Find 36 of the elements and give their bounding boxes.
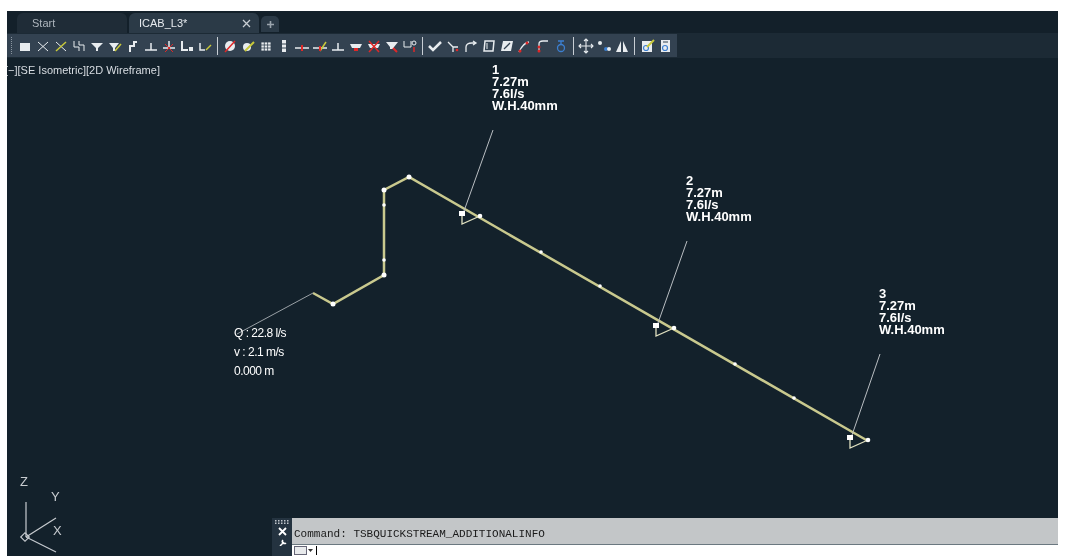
command-input-field[interactable] bbox=[292, 545, 1058, 556]
sprinkler-value: 7.6l/s bbox=[492, 88, 526, 100]
axis-label: Y bbox=[51, 490, 60, 503]
close-icon[interactable] bbox=[242, 18, 251, 28]
inlet-value: v : 2.1 m/s bbox=[234, 344, 285, 361]
command-prompt-icon[interactable] bbox=[294, 546, 314, 555]
grip-icon[interactable] bbox=[275, 520, 289, 524]
sprinkler-value: W.H.40mm bbox=[879, 324, 945, 336]
tab[interactable]: Start bbox=[17, 13, 127, 33]
plus-icon[interactable] bbox=[265, 19, 275, 29]
sprinkler-value: 7.27m bbox=[492, 76, 530, 88]
sprinkler-number: 1 bbox=[492, 64, 501, 76]
move-icon[interactable] bbox=[578, 37, 594, 54]
sprinkler-value: 7.27m bbox=[686, 187, 724, 199]
inlet-value: 0.000 m bbox=[234, 363, 275, 380]
sprinkler-head-drawing bbox=[459, 211, 483, 225]
pipe-query-icon[interactable] bbox=[402, 37, 418, 54]
new-tab-button[interactable] bbox=[261, 16, 279, 32]
sprinkler-value: 7.27m bbox=[879, 300, 917, 312]
riser-icon[interactable] bbox=[535, 37, 551, 54]
axis-label: X bbox=[53, 524, 62, 537]
wrench-icon[interactable] bbox=[277, 539, 287, 546]
sprinkler-value: W.H.40mm bbox=[492, 100, 558, 112]
axis-label: Z bbox=[20, 475, 28, 488]
sprinkler-head-drawing bbox=[653, 323, 677, 337]
tab[interactable]: ICAB_L3* bbox=[129, 13, 259, 33]
inlet-value: Q : 22.8 l/s bbox=[234, 325, 287, 342]
sprinkler-number: 3 bbox=[879, 288, 888, 300]
sprinkler-value: W.H.40mm bbox=[686, 211, 752, 223]
sprinkler-value: 7.6l/s bbox=[879, 312, 913, 324]
sprinkler-number: 2 bbox=[686, 175, 695, 187]
sprinkler-value: 7.6l/s bbox=[686, 199, 720, 211]
sprinkler-head-drawing bbox=[847, 435, 871, 449]
command-history: Command: TSBQUICKSTREAM_ADDITIONALINFO bbox=[292, 518, 1058, 545]
document-pen-icon[interactable] bbox=[639, 37, 655, 54]
page-icon[interactable] bbox=[481, 37, 497, 54]
